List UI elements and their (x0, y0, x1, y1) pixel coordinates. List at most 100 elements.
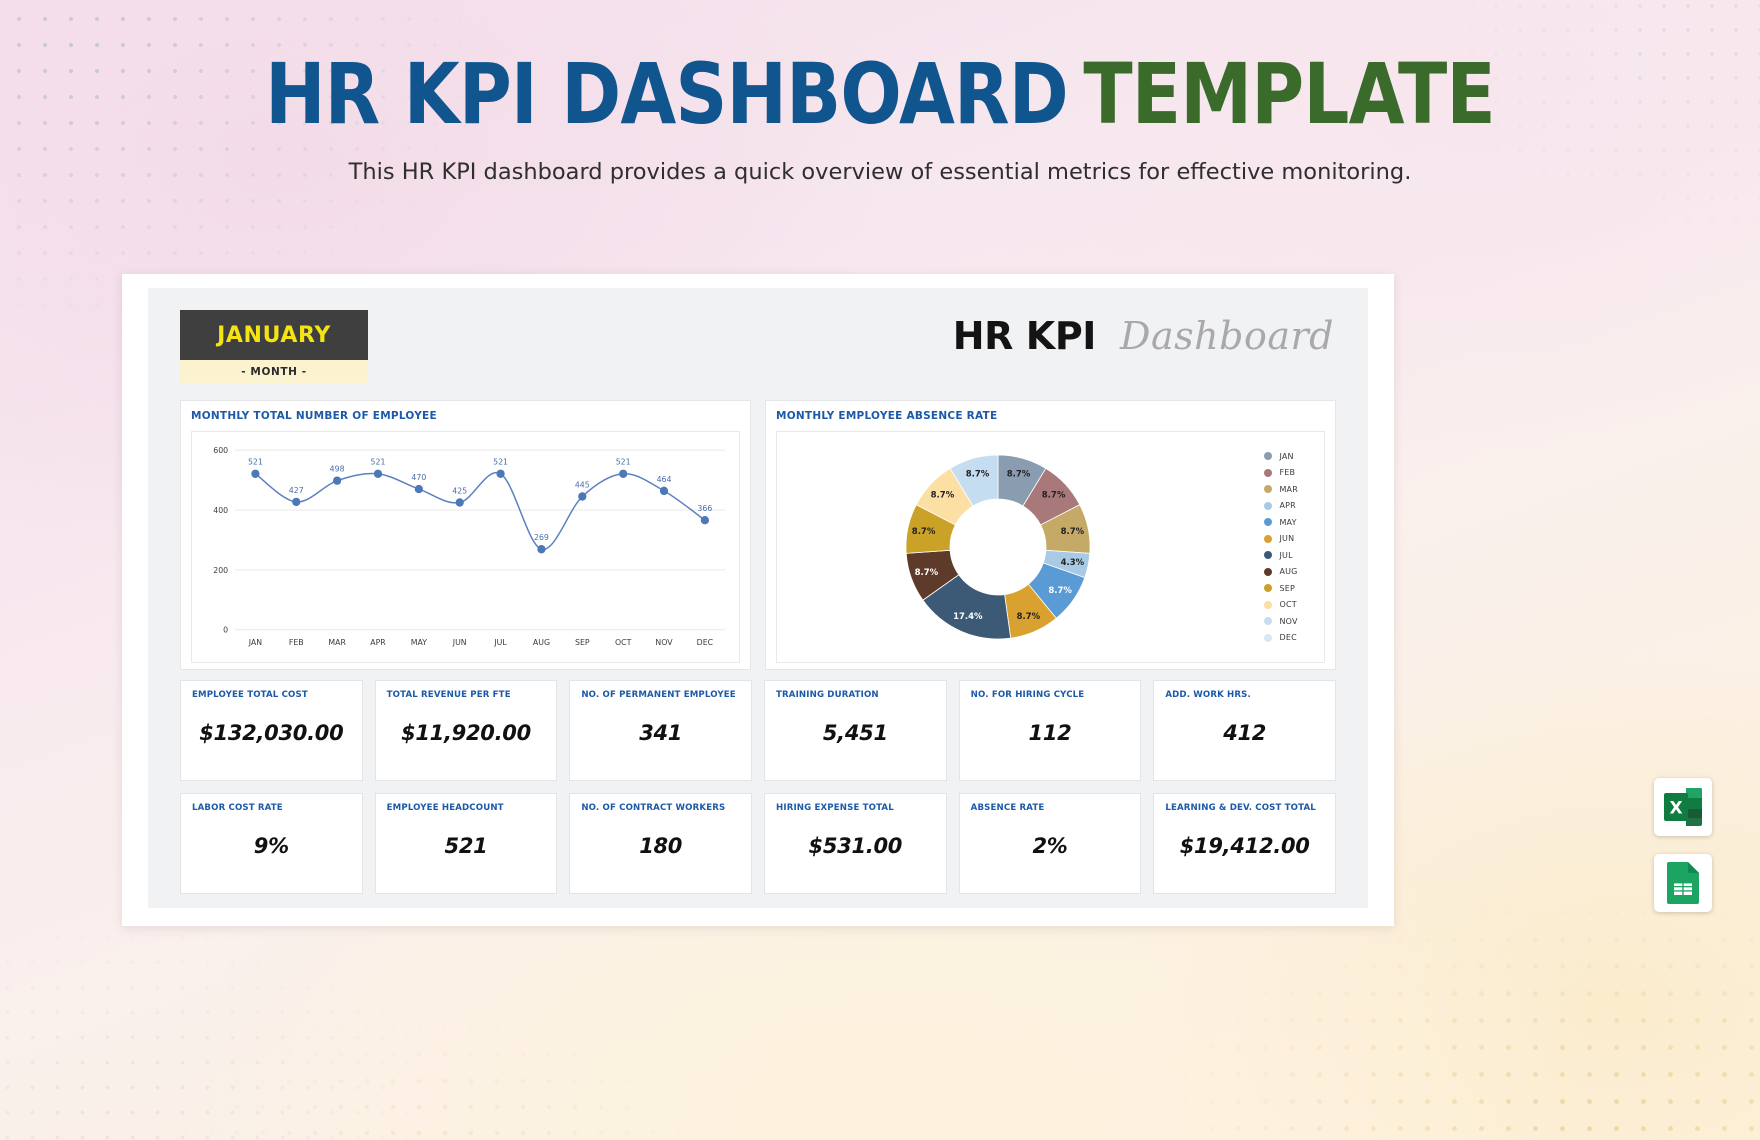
legend-item-label: MAR (1279, 484, 1298, 494)
kpi-card[interactable]: EMPLOYEE HEADCOUNT 521 (374, 793, 558, 894)
kpi-card[interactable]: NO. OF PERMANENT EMPLOYEE 341 (569, 680, 752, 781)
kpi-card-label: EMPLOYEE TOTAL COST (192, 690, 308, 700)
legend-item[interactable]: OCT (1264, 598, 1298, 613)
line-data-point (496, 469, 505, 479)
google-sheets-icon[interactable] (1654, 854, 1712, 912)
line-data-label: 464 (657, 475, 672, 484)
page-title-secondary: TEMPLATE (1083, 45, 1495, 143)
legend-item-label: APR (1279, 501, 1296, 511)
line-data-label: 521 (616, 458, 631, 467)
legend-item[interactable]: FEB (1264, 466, 1298, 481)
kpi-card[interactable]: TRAINING DURATION 5,451 (764, 680, 947, 781)
line-data-label: 366 (697, 504, 712, 513)
x-axis-tick: APR (370, 638, 386, 647)
legend-swatch-icon (1264, 518, 1273, 527)
legend-swatch-icon (1264, 584, 1273, 593)
donut-slice-label: 8.7% (915, 568, 939, 578)
legend-item[interactable]: JUL (1264, 548, 1298, 563)
donut-slice-label: 8.7% (1048, 586, 1072, 596)
kpi-card-value: $531.00 (808, 833, 903, 858)
dashboard-frame: JANUARY - MONTH - HR KPI Dashboard MONTH… (122, 274, 1394, 926)
donut-chart-svg: 8.7% 8.7% 8.7% 4.3% 8.7% 8.7% 17.4% 8.7% 8.7% 8.7… (905, 454, 1091, 640)
kpi-card-value: 521 (444, 833, 488, 858)
kpi-card[interactable]: ABSENCE RATE 2% (958, 793, 1142, 894)
kpi-card-label: EMPLOYEE HEADCOUNT (386, 803, 504, 813)
line-data-point (414, 484, 423, 494)
kpi-card[interactable]: HIRING EXPENSE TOTAL $531.00 (764, 793, 947, 894)
legend-swatch-icon (1264, 485, 1273, 494)
month-selector-box[interactable]: JANUARY (180, 310, 368, 360)
line-data-label: 521 (248, 458, 263, 467)
line-data-label: 470 (411, 473, 426, 482)
kpi-card-value: 9% (253, 833, 289, 858)
legend-item[interactable]: AUG (1264, 565, 1298, 580)
kpi-card[interactable]: LABOR COST RATE 9% (180, 793, 363, 894)
legend-item[interactable]: MAR (1264, 482, 1298, 497)
legend-item[interactable]: NOV (1264, 614, 1298, 629)
kpi-card[interactable]: EMPLOYEE TOTAL COST $132,030.00 (180, 680, 363, 781)
legend-item-label: MAY (1279, 517, 1297, 527)
line-data-point (659, 486, 669, 496)
y-axis-tick: 0 (223, 626, 228, 635)
dashboard-top-bar: JANUARY - MONTH - HR KPI Dashboard (148, 288, 1368, 392)
legend-swatch-icon (1264, 452, 1273, 461)
legend-swatch-icon (1264, 501, 1273, 510)
excel-icon[interactable]: X (1654, 778, 1712, 836)
kpi-card-value: $11,920.00 (401, 720, 531, 745)
legend-item[interactable]: SEP (1264, 581, 1298, 596)
donut-chart-plot: 8.7% 8.7% 8.7% 4.3% 8.7% 8.7% 17.4% 8.7% 8.7% 8.7… (776, 431, 1325, 663)
line-data-label: 521 (493, 458, 508, 467)
line-chart-svg: 0 200 400 600 521 427 498 521 470 425 521 269 445 521… (213, 446, 726, 647)
legend-item-label: NOV (1279, 616, 1298, 626)
legend-item[interactable]: DEC (1264, 631, 1298, 646)
dashboard-title: HR KPI Dashboard (953, 314, 1334, 358)
x-axis-tick: JUL (493, 638, 507, 647)
kpi-card[interactable]: LEARNING & DEV. COST TOTAL $19,412.00 (1153, 793, 1336, 894)
legend-item-label: JUN (1279, 534, 1295, 544)
kpi-card-value: 412 (1223, 720, 1267, 745)
kpi-card-value: 112 (1028, 720, 1072, 745)
legend-item-label: AUG (1279, 567, 1298, 577)
line-data-point (537, 544, 546, 554)
kpi-card-value: 5,451 (822, 720, 888, 745)
month-selector-caption: - MONTH - (180, 360, 368, 383)
page-title-primary: HR KPI DASHBOARD (265, 45, 1069, 143)
kpi-card[interactable]: ADD. WORK HRS. 412 (1153, 680, 1336, 781)
kpi-card-value: 341 (639, 720, 683, 745)
y-axis-tick: 600 (213, 446, 228, 455)
kpi-card-label: NO. OF PERMANENT EMPLOYEE (581, 690, 736, 700)
donut-slice-label: 4.3% (1061, 558, 1085, 568)
month-selector-value: JANUARY (217, 322, 331, 348)
donut-slice-label: 8.7% (1061, 527, 1085, 537)
x-axis-tick: MAR (328, 638, 346, 647)
donut-chart-card: MONTHLY EMPLOYEE ABSENCE RATE 8.7% 8.7% 8.… (765, 400, 1336, 670)
donut-slice-label: 8.7% (1007, 469, 1031, 479)
svg-text:X: X (1669, 799, 1682, 819)
kpi-card-label: ADD. WORK HRS. (1165, 690, 1251, 700)
legend-item[interactable]: APR (1264, 499, 1298, 514)
line-chart-card: MONTHLY TOTAL NUMBER OF EMPLOYEE 0 200 400… (180, 400, 751, 670)
app-icon-stack: X (1654, 778, 1712, 912)
kpi-card[interactable]: NO. OF CONTRACT WORKERS 180 (569, 793, 752, 894)
legend-item[interactable]: JUN (1264, 532, 1298, 547)
kpi-card[interactable]: NO. FOR HIRING CYCLE 112 (958, 680, 1142, 781)
donut-slice-label: 8.7% (1017, 612, 1041, 622)
x-axis-tick: JUN (452, 638, 467, 647)
x-axis-tick: AUG (533, 638, 550, 647)
legend-item-label: DEC (1279, 633, 1297, 643)
line-data-label: 445 (575, 480, 590, 489)
kpi-card-label: LEARNING & DEV. COST TOTAL (1165, 803, 1316, 813)
line-chart-plot: 0 200 400 600 521 427 498 521 470 425 521 269 445 521… (191, 431, 740, 663)
legend-item[interactable]: JAN (1264, 449, 1298, 464)
legend-item[interactable]: MAY (1264, 515, 1298, 530)
kpi-card-label: TOTAL REVENUE PER FTE (386, 690, 511, 700)
x-axis-tick: JAN (248, 638, 262, 647)
donut-slice-label: 8.7% (966, 469, 990, 479)
legend-swatch-icon (1264, 534, 1273, 543)
legend-item-label: JAN (1279, 451, 1294, 461)
month-selector[interactable]: JANUARY - MONTH - (180, 310, 368, 383)
y-axis-tick: 400 (213, 506, 228, 515)
kpi-card[interactable]: TOTAL REVENUE PER FTE $11,920.00 (374, 680, 558, 781)
legend-item-label: SEP (1279, 583, 1296, 593)
y-axis-tick: 200 (213, 566, 228, 575)
